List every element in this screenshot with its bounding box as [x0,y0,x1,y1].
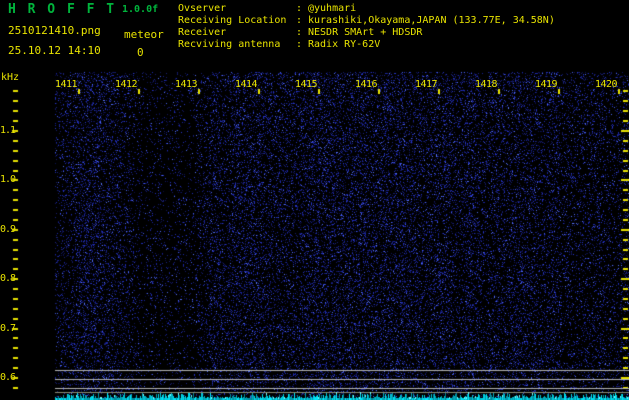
station-info-row: Recviving antenna: Radix RY-62V [178,39,555,51]
station-info-label: Receiving Location [178,15,287,26]
app-version: 1.0.0f [122,4,159,15]
station-info-colon: : [296,27,303,38]
station-info-colon: : [296,3,303,14]
x-axis-label: 1420 [595,79,618,90]
x-axis-label: 1414 [235,79,258,90]
x-axis-label: 1413 [175,79,198,90]
station-info-value: NESDR SMArt + HDSDR [308,27,423,38]
meteor-counter-value: 0 [137,46,144,59]
datetime-label: 25.10.12 14:10 [8,44,101,57]
y-axis-label: 0.8 [0,273,16,284]
hrofft-window: H R O F F T 1.0.0f 2510121410.png meteor… [0,0,629,400]
station-info-row: Receiving Location: kurashiki,Okayama,JAP… [178,15,555,27]
x-axis-label: 1417 [415,79,438,90]
app-title: H R O F F T [8,2,117,17]
x-axis-label: 1412 [115,79,138,90]
y-axis-label: 1.0 [0,174,16,185]
station-info-block: Ovserver: @yuhmari Receiving Location: kura… [178,3,555,51]
x-axis-label: 1419 [535,79,558,90]
station-info-label: Receiver [178,27,227,38]
station-info-label: Recviving antenna [178,39,281,50]
y-axis-label: 1.1 [0,125,16,136]
output-filename: 2510121410.png [8,24,101,37]
meteor-counter-label: meteor [124,28,164,41]
station-info-colon: : [296,15,303,26]
station-info-value: kurashiki,Okayama,JAPAN (133.77E, 34.58N… [308,15,555,26]
x-axis-label: 1411 [55,79,78,90]
y-axis-unit: kHz [1,72,20,83]
x-axis-label: 1416 [355,79,378,90]
x-axis-label: 1418 [475,79,498,90]
spectrogram-canvas [0,0,629,400]
y-axis-label: 0.9 [0,224,16,235]
station-info-value: @yuhmari [308,3,357,14]
station-info-row: Receiver: NESDR SMArt + HDSDR [178,27,555,39]
y-axis-label: 0.6 [0,372,16,383]
y-axis-label: 0.7 [0,323,16,334]
x-axis-label: 1415 [295,79,318,90]
station-info-value: Radix RY-62V [308,39,381,50]
station-info-row: Ovserver: @yuhmari [178,3,555,15]
station-info-colon: : [296,39,303,50]
station-info-label: Ovserver [178,3,227,14]
